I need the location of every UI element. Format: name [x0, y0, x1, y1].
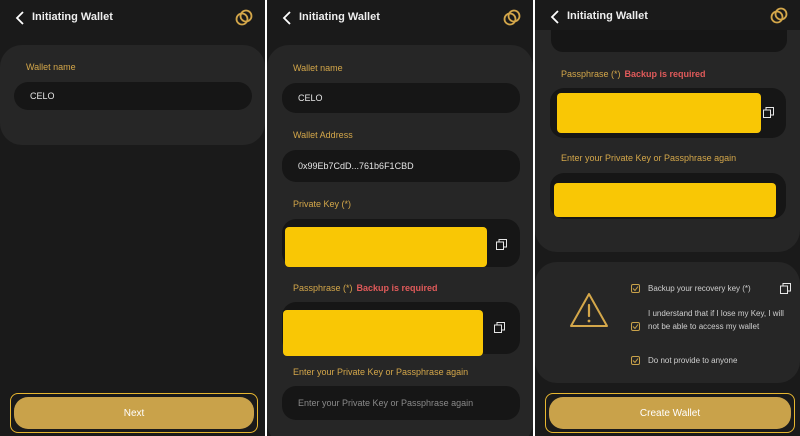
passphrase-label-text: Passphrase (*) [293, 283, 353, 293]
page-title: Initiating Wallet [32, 11, 113, 23]
reenter-key-input[interactable]: Enter your Private Key or Passphrase aga… [282, 386, 520, 420]
create-wallet-button[interactable]: Create Wallet [549, 397, 791, 429]
ack-checkbox-backup[interactable] [631, 284, 640, 293]
app-header: Initiating Wallet [267, 0, 533, 38]
backup-required-text: Backup is required [356, 283, 438, 293]
passphrase-label: Passphrase (*) Backup is required [293, 283, 438, 293]
reenter-label: Enter your Private Key or Passphrase aga… [561, 153, 737, 163]
wallet-address-field[interactable]: 0x99Eb7CdD...761b6F1CBD [282, 150, 520, 182]
ack-text-backup: Backup your recovery key (*) [648, 284, 751, 293]
chevron-left-icon[interactable] [14, 11, 26, 25]
scrolled-field-bottom [551, 30, 787, 52]
checkbox-checked-icon [632, 286, 639, 292]
chevron-left-icon[interactable] [281, 11, 293, 25]
passphrase-label: Passphrase (*) Backup is required [561, 69, 706, 79]
checkbox-checked-icon [632, 358, 639, 364]
acknowledgement-card: Backup your recovery key (*) I understan… [535, 262, 800, 383]
wallet-address-label: Wallet Address [293, 130, 353, 140]
private-key-masked [285, 227, 487, 267]
copy-icon[interactable] [496, 239, 507, 250]
warning-triangle-icon [570, 293, 608, 327]
wallet-name-field[interactable]: CELO [14, 82, 252, 110]
copy-icon[interactable] [763, 107, 774, 118]
wallet-details-card: Wallet name CELO Wallet Address 0x99Eb7C… [267, 45, 533, 436]
chevron-left-icon[interactable] [549, 10, 561, 24]
wallet-name-label: Wallet name [26, 62, 76, 72]
passphrase-masked [283, 310, 483, 356]
page-title: Initiating Wallet [299, 11, 380, 23]
screen-wallet-name: Initiating Wallet Wallet name CELO Next [0, 0, 265, 436]
next-button-frame: Next [10, 393, 258, 433]
app-header: Initiating Wallet [0, 0, 265, 38]
reenter-label: Enter your Private Key or Passphrase aga… [293, 367, 469, 377]
ack-text-understand: I understand that if I lose my Key, I wi… [648, 309, 784, 331]
copy-icon[interactable] [780, 283, 791, 294]
ack-checkbox-understand[interactable] [631, 322, 640, 331]
link-rings-icon[interactable] [235, 9, 253, 27]
reenter-key-masked [554, 183, 776, 217]
link-rings-icon[interactable] [503, 9, 521, 27]
wallet-name-card: Wallet name CELO [0, 45, 265, 145]
passphrase-field[interactable] [282, 302, 520, 356]
passphrase-card: Passphrase (*) Backup is required Enter y… [535, 30, 800, 252]
passphrase-label-text: Passphrase (*) [561, 69, 621, 79]
backup-required-text: Backup is required [624, 69, 706, 79]
screen-wallet-keys: Initiating Wallet Wallet name CELO Walle… [267, 0, 533, 436]
passphrase-field[interactable] [550, 88, 786, 138]
copy-icon[interactable] [494, 322, 505, 333]
private-key-label: Private Key (*) [293, 199, 352, 209]
next-button[interactable]: Next [14, 397, 254, 429]
ack-checkbox-privacy[interactable] [631, 356, 640, 365]
passphrase-masked [557, 93, 761, 133]
create-wallet-button-frame: Create Wallet [545, 393, 795, 433]
wallet-name-field[interactable]: CELO [282, 83, 520, 113]
ack-text-privacy: Do not provide to anyone [648, 356, 738, 365]
link-rings-icon[interactable] [770, 7, 788, 25]
wallet-name-label: Wallet name [293, 63, 343, 73]
page-title: Initiating Wallet [567, 10, 648, 22]
checkbox-checked-icon [632, 324, 639, 330]
screen-confirm-backup: Initiating Wallet Passphrase (*) Backup i… [535, 0, 800, 436]
reenter-key-input[interactable] [550, 173, 786, 219]
private-key-field[interactable] [282, 219, 520, 267]
